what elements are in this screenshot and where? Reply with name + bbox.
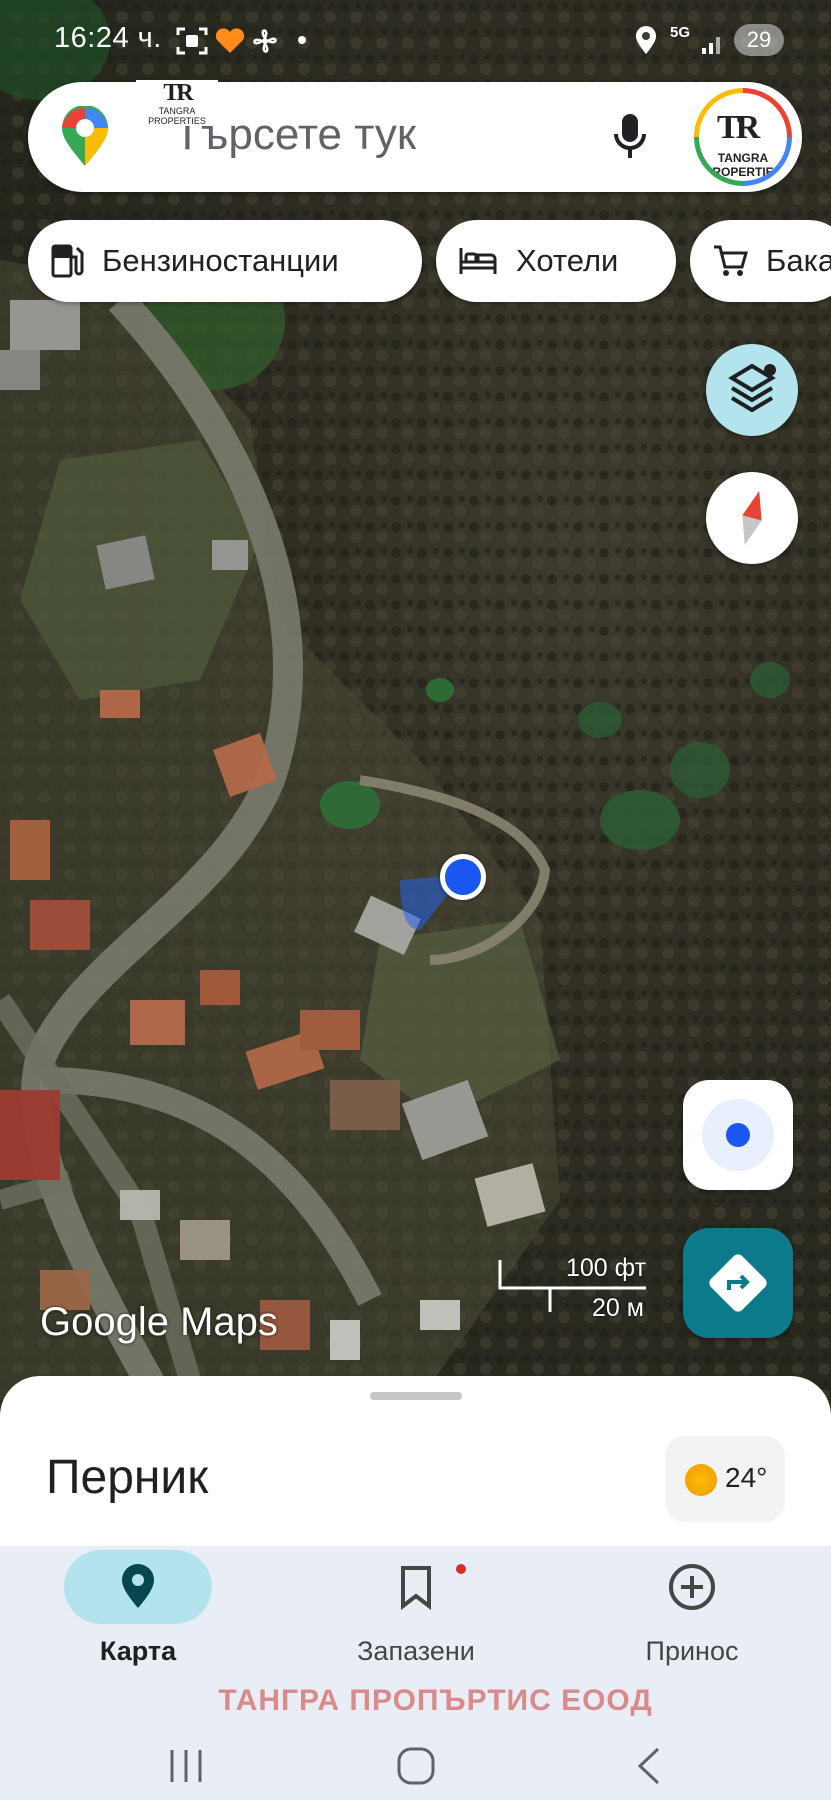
- cart-icon: [714, 245, 748, 276]
- status-bar: 16:24 ч. 5G 29: [0, 0, 831, 80]
- scale-meters: 20 м: [592, 1294, 644, 1322]
- directions-button[interactable]: [683, 1228, 793, 1338]
- network-type: 5G: [670, 24, 691, 41]
- watermark-monogram: TR: [163, 80, 193, 106]
- compass-button[interactable]: [706, 472, 798, 564]
- chip-groceries[interactable]: Бака: [690, 220, 831, 302]
- chip-label: Бензиностанции: [102, 243, 339, 278]
- watermark-logo: TR TANGRA PROPERTIES: [136, 80, 218, 126]
- bottom-navigation: Карта Запазени Принос ТАНГРА ПРОПЪРТИС Е…: [0, 1546, 831, 1800]
- nav-label: Запазени: [357, 1636, 475, 1666]
- bookmark-icon: [401, 1566, 431, 1610]
- bottom-sheet[interactable]: Перник 24°: [0, 1376, 831, 1546]
- notification-dot: [298, 36, 306, 44]
- google-maps-pin-icon: [62, 106, 108, 166]
- location-status-icon: [636, 26, 656, 54]
- health-heart-icon: [215, 28, 245, 53]
- back-icon[interactable]: [630, 1746, 670, 1786]
- chip-hotels[interactable]: Хотели: [436, 220, 676, 302]
- recent-apps-icon[interactable]: [166, 1746, 206, 1786]
- screen-capture-icon: [176, 27, 208, 55]
- chip-label: Хотели: [516, 243, 619, 278]
- home-icon[interactable]: [396, 1746, 436, 1786]
- location-beam: [400, 875, 463, 930]
- chip-gas-stations[interactable]: Бензиностанции: [28, 220, 422, 302]
- directions-icon: [709, 1254, 767, 1312]
- my-location-icon: [702, 1099, 774, 1171]
- gas-station-icon: [51, 244, 84, 278]
- avatar-label: TANGRA PROPERTIES: [704, 151, 782, 179]
- satellite-imagery: [0, 0, 831, 1400]
- layers-button[interactable]: [706, 344, 798, 436]
- place-name: Перник: [46, 1451, 209, 1504]
- signal-icon: [702, 37, 720, 54]
- nav-label: Карта: [99, 1636, 177, 1666]
- scale-feet: 100 фт: [566, 1254, 647, 1282]
- nav-saved[interactable]: Запазени: [316, 1550, 516, 1667]
- satellite-map[interactable]: [0, 0, 831, 1400]
- account-avatar[interactable]: TR TANGRA PROPERTIES: [694, 88, 792, 186]
- nav-explore-pill: [64, 1550, 212, 1624]
- layers-icon: [728, 363, 776, 413]
- sun-icon: [685, 1464, 717, 1496]
- nav-contribute[interactable]: Принос: [592, 1550, 792, 1667]
- nav-contribute-pill: [618, 1550, 766, 1624]
- watermark-company-text: ТАНГРА ПРОПЪРТИС ЕООД: [218, 1684, 653, 1717]
- temperature: 24°: [725, 1462, 768, 1493]
- status-time: 16:24 ч.: [54, 22, 162, 54]
- nav-label: Принос: [645, 1636, 739, 1666]
- fan-icon: [253, 29, 277, 53]
- my-location-button[interactable]: [683, 1080, 793, 1190]
- add-circle-icon: [669, 1564, 715, 1610]
- unread-badge: [454, 1562, 468, 1576]
- bed-icon: [459, 248, 497, 274]
- sheet-drag-handle[interactable]: [370, 1392, 462, 1400]
- microphone-icon[interactable]: [612, 112, 648, 162]
- map-pin-icon: [122, 1564, 154, 1608]
- weather-chip[interactable]: 24°: [665, 1436, 785, 1522]
- battery-indicator: 29: [734, 24, 784, 56]
- current-location-dot[interactable]: [440, 854, 486, 900]
- chip-label: Бака: [766, 243, 831, 278]
- google-maps-logo: Google Maps: [40, 1300, 278, 1344]
- nav-explore[interactable]: Карта: [38, 1550, 238, 1667]
- avatar-monogram: TR: [717, 109, 760, 146]
- nav-saved-pill: [342, 1550, 490, 1624]
- watermark-company: TANGRA PROPERTIES: [148, 106, 206, 126]
- compass-icon: [742, 490, 762, 546]
